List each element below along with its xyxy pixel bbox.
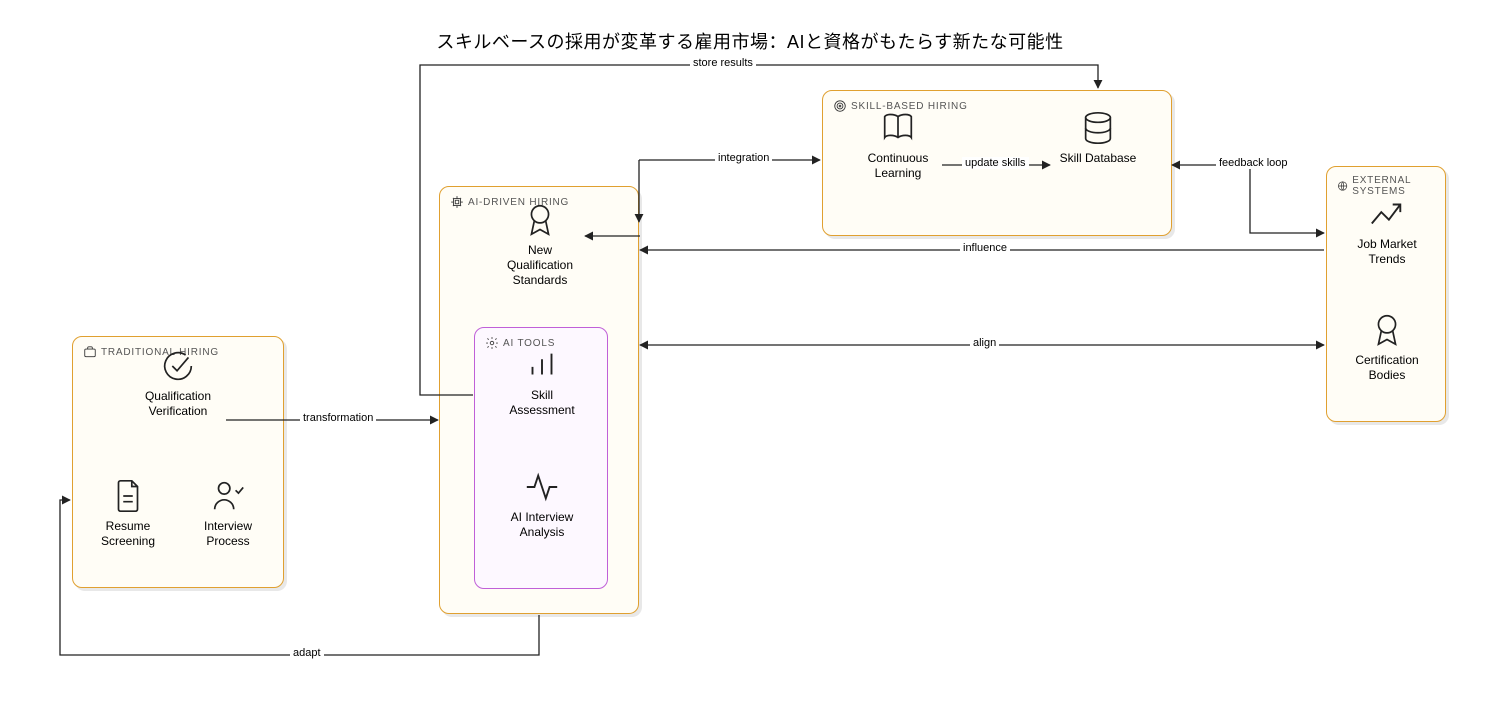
group-external-systems: EXTERNAL SYSTEMS Job Market Trends Certi… — [1326, 166, 1446, 422]
edge-label-store-results: store results — [690, 57, 756, 69]
group-label-external: EXTERNAL SYSTEMS — [1337, 175, 1445, 197]
edge-label-influence: influence — [960, 242, 1010, 254]
group-ai-driven-hiring: AI-DRIVEN HIRING New Qualification Stand… — [439, 186, 639, 614]
bar-chart-icon — [523, 346, 561, 384]
briefcase-icon — [83, 345, 97, 359]
award-icon — [521, 201, 559, 239]
diagram-title: スキルベースの採用が変革する雇用市場：AIと資格がもたらす新たな可能性 — [436, 28, 1063, 54]
group-ai-tools: AI TOOLS Skill Assessment AI Interview A… — [474, 327, 608, 589]
globe-icon — [1337, 179, 1348, 193]
node-interview-process: Interview Process — [183, 477, 273, 549]
trend-up-icon — [1368, 195, 1406, 233]
book-icon — [879, 109, 917, 147]
edge-label-adapt: adapt — [290, 647, 324, 659]
edge-label-align: align — [970, 337, 999, 349]
node-new-qualification-standards: New Qualification Standards — [495, 201, 585, 288]
target-icon — [833, 99, 847, 113]
edge-label-feedback: feedback loop — [1216, 157, 1291, 169]
database-icon — [1079, 109, 1117, 147]
cpu-icon — [450, 195, 464, 209]
person-check-icon — [209, 477, 247, 515]
node-qualification-verification: Qualification Verification — [133, 347, 223, 419]
node-job-market-trends: Job Market Trends — [1342, 195, 1432, 267]
award-icon — [1368, 311, 1406, 349]
node-ai-interview-analysis: AI Interview Analysis — [497, 468, 587, 540]
group-traditional-hiring: TRADITIONAL HIRING Qualification Verific… — [72, 336, 284, 588]
node-resume-screening: Resume Screening — [83, 477, 173, 549]
edge-label-update-skills: update skills — [962, 157, 1029, 169]
document-icon — [109, 477, 147, 515]
edge-label-integration: integration — [715, 152, 772, 164]
node-certification-bodies: Certification Bodies — [1342, 311, 1432, 383]
activity-icon — [523, 468, 561, 506]
edge-label-transformation: transformation — [300, 412, 376, 424]
node-skill-database: Skill Database — [1053, 109, 1143, 166]
node-skill-assessment: Skill Assessment — [497, 346, 587, 418]
check-circle-icon — [159, 347, 197, 385]
node-continuous-learning: Continuous Learning — [853, 109, 943, 181]
